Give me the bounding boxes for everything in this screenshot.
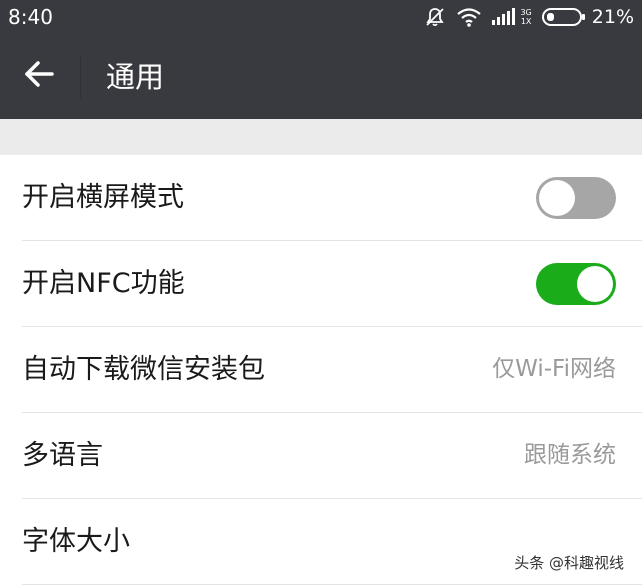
landscape-toggle[interactable] xyxy=(536,177,616,219)
setting-value: 仅Wi-Fi网络 xyxy=(492,356,616,382)
settings-list: 开启横屏模式 开启NFC功能 自动下载微信安装包 仅Wi-Fi网络 多语言 跟随… xyxy=(0,155,642,585)
back-button[interactable] xyxy=(14,51,64,101)
setting-row-nfc[interactable]: 开启NFC功能 xyxy=(22,241,642,327)
setting-value: 跟随系统 xyxy=(524,442,616,468)
setting-label: 自动下载微信安装包 xyxy=(22,354,265,385)
setting-label: 多语言 xyxy=(22,440,103,471)
status-bar: 8:40 3G 1X 21% xyxy=(0,0,642,34)
network-type-top: 3G xyxy=(520,8,532,17)
arrow-left-icon xyxy=(23,59,55,93)
toggle-knob xyxy=(577,266,613,302)
status-time: 8:40 xyxy=(8,5,53,29)
network-type-label: 3G 1X xyxy=(520,8,531,26)
setting-row-landscape[interactable]: 开启横屏模式 xyxy=(22,155,642,241)
status-icons: 3G 1X 21% xyxy=(424,4,634,30)
setting-row-language[interactable]: 多语言 跟随系统 xyxy=(22,413,642,499)
page-title: 通用 xyxy=(106,60,165,94)
nfc-toggle[interactable] xyxy=(536,263,616,305)
mute-icon xyxy=(424,6,446,28)
setting-label: 字体大小 xyxy=(22,526,130,557)
title-divider xyxy=(80,56,81,98)
signal-icon xyxy=(492,8,516,26)
title-bar: 通用 xyxy=(0,34,642,119)
wifi-icon xyxy=(456,7,482,27)
battery-percent: 21% xyxy=(591,6,634,28)
setting-label: 开启NFC功能 xyxy=(22,268,185,299)
setting-label: 开启横屏模式 xyxy=(22,182,184,213)
battery-icon xyxy=(541,7,586,27)
watermark: 头条 @科趣视线 xyxy=(510,550,628,575)
toggle-knob xyxy=(539,180,575,216)
network-type-bottom: 1X xyxy=(520,17,532,26)
setting-row-auto-download[interactable]: 自动下载微信安装包 仅Wi-Fi网络 xyxy=(22,327,642,413)
section-gap xyxy=(0,119,642,155)
